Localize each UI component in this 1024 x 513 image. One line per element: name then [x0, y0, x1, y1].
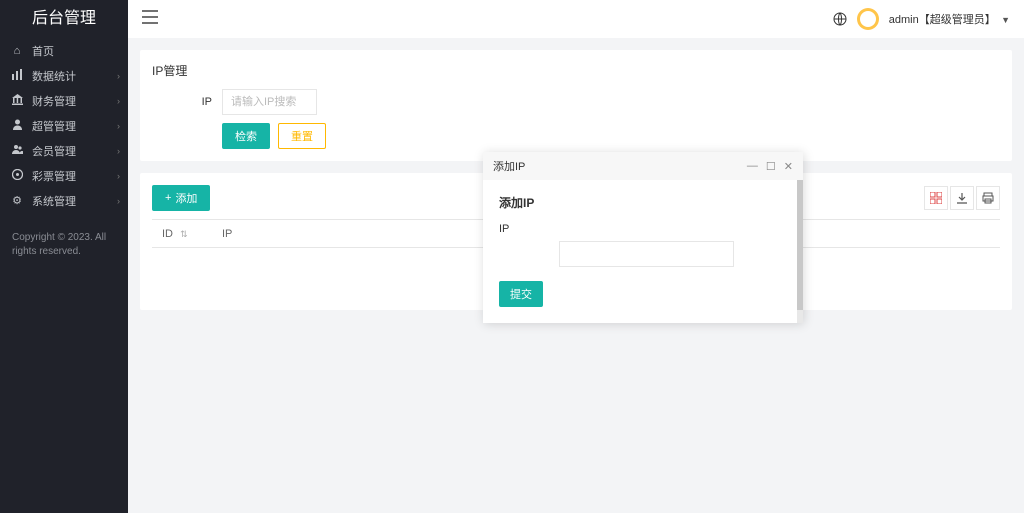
page-title: IP管理 — [152, 62, 1000, 79]
user-label: admin【超级管理员】 — [889, 14, 996, 26]
modal-ip-input[interactable] — [559, 241, 734, 267]
sidebar-item-6[interactable]: ⚙ 系统管理 › — [0, 188, 128, 213]
modal-scroll-track[interactable] — [797, 180, 803, 323]
system-icon: ⚙ — [10, 194, 24, 207]
sidebar-item-label: 系统管理 — [32, 193, 76, 209]
super-icon — [10, 119, 24, 133]
modal-inner-title: 添加IP — [499, 194, 787, 211]
submit-button[interactable]: 提交 — [499, 281, 543, 307]
column-id[interactable]: ID ⇅ — [152, 220, 212, 248]
user-dropdown[interactable]: admin【超级管理员】 ▼ — [889, 11, 1010, 27]
top-header: admin【超级管理员】 ▼ — [128, 0, 1024, 38]
sidebar-item-label: 财务管理 — [32, 93, 76, 109]
export-button[interactable] — [950, 186, 974, 210]
sidebar-item-0[interactable]: ⌂ 首页 — [0, 38, 128, 63]
avatar[interactable] — [857, 8, 879, 30]
home-icon: ⌂ — [10, 45, 24, 57]
print-button[interactable] — [976, 186, 1000, 210]
menu-toggle-icon[interactable] — [142, 10, 158, 29]
close-icon[interactable]: ✕ — [784, 160, 793, 173]
finance-icon — [10, 94, 24, 108]
chevron-right-icon: › — [117, 96, 120, 106]
sidebar-item-1[interactable]: 数据统计 › — [0, 63, 128, 88]
chevron-right-icon: › — [117, 121, 120, 131]
chevron-right-icon: › — [117, 171, 120, 181]
lottery-icon — [10, 169, 24, 183]
sidebar: 后台管理 ⌂首页数据统计›财务管理›超管管理›会员管理›彩票管理›⚙系统管理› … — [0, 0, 128, 513]
sort-icon: ⇅ — [180, 229, 188, 239]
sidebar-item-label: 超管管理 — [32, 118, 76, 134]
modal-titlebar[interactable]: 添加IP — ☐ ✕ — [483, 152, 803, 180]
maximize-icon[interactable]: ☐ — [766, 160, 776, 173]
sidebar-item-4[interactable]: 会员管理 › — [0, 138, 128, 163]
sidebar-item-label: 首页 — [32, 43, 54, 59]
sidebar-item-label: 彩票管理 — [32, 168, 76, 184]
plus-icon: + — [165, 192, 171, 204]
ip-search-label: IP — [152, 96, 212, 108]
sidebar-item-3[interactable]: 超管管理 › — [0, 113, 128, 138]
sidebar-menu: ⌂ 首页数据统计 › 财务管理 › 超管管理 › 会员管理 › 彩票管理 › ⚙ 系统管理 › — [0, 38, 128, 213]
stats-icon — [10, 69, 24, 83]
language-icon[interactable] — [833, 12, 847, 26]
modal-title: 添加IP — [493, 158, 525, 174]
member-icon — [10, 144, 24, 158]
filter-columns-button[interactable] — [924, 186, 948, 210]
chevron-right-icon: › — [117, 71, 120, 81]
chevron-right-icon: › — [117, 196, 120, 206]
sidebar-item-5[interactable]: 彩票管理 › — [0, 163, 128, 188]
search-button[interactable]: 检索 — [222, 123, 270, 149]
add-ip-modal: 添加IP — ☐ ✕ 添加IP IP 提交 — [483, 152, 803, 323]
reset-button[interactable]: 重置 — [278, 123, 326, 149]
copyright-text: Copyright © 2023. All rights reserved. — [0, 221, 128, 269]
modal-scroll-thumb[interactable] — [797, 180, 803, 310]
sidebar-item-label: 会员管理 — [32, 143, 76, 159]
caret-down-icon: ▼ — [1001, 15, 1010, 25]
add-button[interactable]: +添加 — [152, 185, 210, 211]
search-card: IP管理 IP 检索 重置 — [140, 50, 1012, 161]
ip-search-input[interactable] — [222, 89, 317, 115]
sidebar-item-2[interactable]: 财务管理 › — [0, 88, 128, 113]
chevron-right-icon: › — [117, 146, 120, 156]
sidebar-item-label: 数据统计 — [32, 68, 76, 84]
modal-ip-label: IP — [499, 223, 787, 235]
app-logo: 后台管理 — [0, 0, 128, 38]
minimize-icon[interactable]: — — [747, 160, 758, 173]
